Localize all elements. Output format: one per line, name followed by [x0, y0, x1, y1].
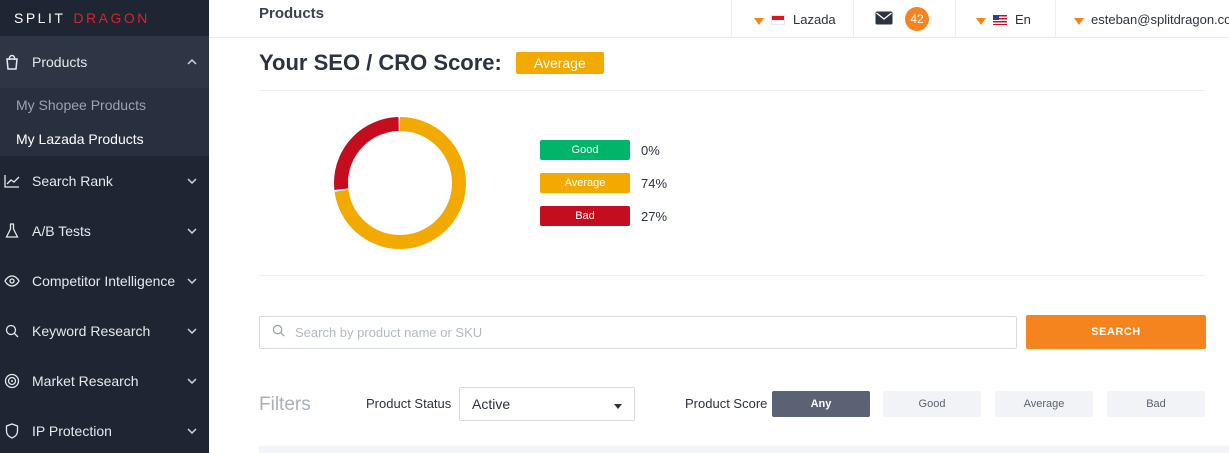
page-title: Products	[259, 5, 325, 22]
mail-icon	[875, 11, 893, 28]
table-header	[259, 446, 1229, 453]
top-bar: Products Lazada 42 En esteban@splitdrago…	[209, 0, 1229, 38]
legend-chip-good: Good	[540, 140, 630, 160]
search-icon	[272, 324, 285, 342]
target-icon	[4, 373, 20, 389]
brand-logo-part1: SPLIT	[14, 10, 66, 26]
sidebar-item-label: A/B Tests	[32, 223, 91, 239]
legend-value-average: 74%	[641, 175, 668, 191]
score-rating-badge: Average	[515, 52, 604, 74]
indonesia-flag-icon	[771, 15, 785, 25]
trend-line-icon	[4, 173, 20, 189]
legend-value-good: 0%	[641, 142, 660, 158]
sidebar-subitem-lazada-products[interactable]: My Lazada Products	[0, 122, 209, 156]
marketplace-dropdown[interactable]: Lazada	[731, 0, 853, 38]
user-email: esteban@splitdragon.com	[1091, 11, 1229, 27]
caret-down-icon	[1074, 17, 1084, 25]
sidebar: SPLIT DRAGON Products My Shopee Products…	[0, 0, 209, 453]
sidebar-item-keyword-research[interactable]: Keyword Research	[0, 306, 209, 356]
product-status-select[interactable]: Active	[459, 387, 635, 421]
flask-icon	[4, 223, 20, 239]
sidebar-item-label: Search Rank	[32, 173, 113, 189]
main-content: Your SEO / CRO Score: Average Good 0% Av…	[209, 38, 1229, 453]
products-submenu: My Shopee Products My Lazada Products	[0, 88, 209, 156]
search-input[interactable]	[295, 325, 1016, 340]
score-filter-bad[interactable]: Bad	[1107, 391, 1205, 417]
sidebar-item-label: IP Protection	[32, 423, 112, 439]
score-filter-average[interactable]: Average	[995, 391, 1093, 417]
caret-down-icon	[976, 17, 986, 25]
score-title: Your SEO / CRO Score:	[259, 50, 502, 75]
eye-icon	[4, 273, 20, 289]
sidebar-item-label: Market Research	[32, 373, 139, 389]
messages-button[interactable]: 42	[853, 0, 955, 38]
mail-count-badge: 42	[905, 7, 929, 31]
caret-down-icon	[614, 396, 622, 412]
search-box	[259, 316, 1017, 349]
sidebar-item-label: Keyword Research	[32, 323, 151, 339]
sidebar-item-label: Competitor Intelligence	[32, 273, 176, 289]
product-status-label: Product Status	[366, 396, 452, 411]
marketplace-label: Lazada	[793, 11, 836, 27]
legend-chip-average: Average	[540, 173, 630, 193]
legend-row-bad: Bad 27%	[540, 206, 667, 226]
score-filter-any[interactable]: Any	[772, 391, 870, 417]
score-header: Your SEO / CRO Score: Average	[259, 50, 604, 76]
sidebar-item-search-rank[interactable]: Search Rank	[0, 156, 209, 206]
product-score-label: Product Score	[685, 396, 768, 411]
chevron-down-icon	[187, 226, 197, 236]
sidebar-item-products[interactable]: Products	[0, 36, 209, 88]
brand-logo[interactable]: SPLIT DRAGON	[0, 0, 209, 36]
sidebar-item-ip-protection[interactable]: IP Protection	[0, 406, 209, 453]
legend-row-average: Average 74%	[540, 173, 667, 193]
score-filter-good[interactable]: Good	[883, 391, 981, 417]
chevron-down-icon	[187, 176, 197, 186]
shield-icon	[4, 423, 20, 439]
language-label: En	[1015, 11, 1031, 27]
caret-down-icon	[754, 17, 764, 25]
shopping-bag-icon	[4, 54, 20, 70]
divider	[259, 275, 1205, 276]
chevron-down-icon	[187, 376, 197, 386]
chevron-up-icon	[187, 57, 197, 67]
user-menu-dropdown[interactable]: esteban@splitdragon.com	[1055, 0, 1229, 38]
search-button[interactable]: SEARCH	[1026, 315, 1206, 349]
divider	[259, 90, 1205, 91]
sidebar-item-label: Products	[32, 54, 88, 70]
score-donut-chart	[334, 117, 466, 249]
sidebar-item-ab-tests[interactable]: A/B Tests	[0, 206, 209, 256]
brand-logo-part2: DRAGON	[73, 10, 150, 26]
product-status-value: Active	[472, 396, 511, 412]
score-legend: Good 0% Average 74% Bad 27%	[540, 140, 667, 239]
us-flag-icon	[993, 15, 1007, 25]
sidebar-subitem-shopee-products[interactable]: My Shopee Products	[0, 88, 209, 122]
sidebar-item-competitor-intelligence[interactable]: Competitor Intelligence	[0, 256, 209, 306]
filters-heading: Filters	[259, 394, 311, 415]
legend-row-good: Good 0%	[540, 140, 667, 160]
chevron-down-icon	[187, 426, 197, 436]
legend-chip-bad: Bad	[540, 206, 630, 226]
chevron-down-icon	[187, 276, 197, 286]
legend-value-bad: 27%	[641, 208, 668, 224]
language-dropdown[interactable]: En	[955, 0, 1055, 38]
sidebar-item-market-research[interactable]: Market Research	[0, 356, 209, 406]
chevron-down-icon	[187, 326, 197, 336]
search-icon	[4, 323, 20, 339]
